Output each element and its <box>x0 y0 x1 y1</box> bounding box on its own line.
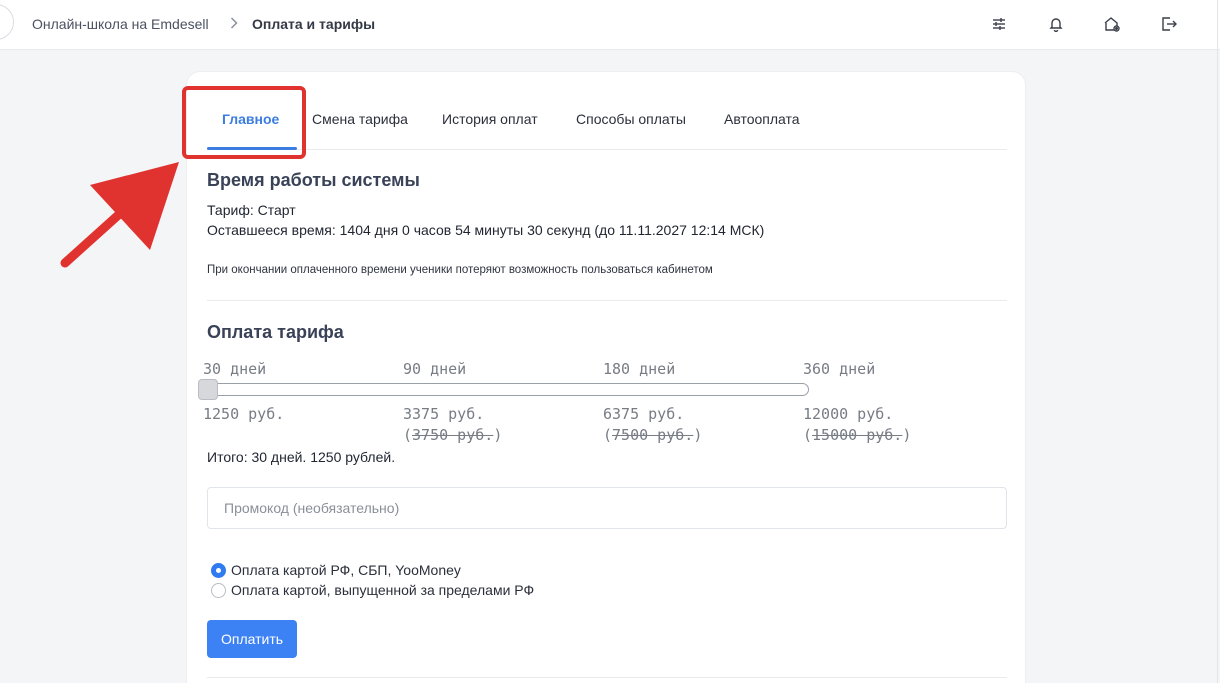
sidebar-toggle[interactable] <box>0 4 14 40</box>
period-slider-thumb[interactable] <box>198 379 218 400</box>
billing-card: Главное Смена тарифа История оплат Спосо… <box>186 71 1026 683</box>
payment-method-foreign[interactable]: Оплата картой, выпущенной за пределами Р… <box>211 582 534 598</box>
radio-unchecked[interactable] <box>211 582 226 598</box>
top-bar: Онлайн-школа на Emdesell Оплата и тарифы <box>0 0 1220 50</box>
annotation-highlight-box <box>182 86 306 159</box>
period-label-30[interactable]: 30 дней <box>203 360 266 378</box>
radio-checked[interactable] <box>211 562 226 578</box>
payment-method-ru-label: Оплата картой РФ, СБП, YooMoney <box>231 562 461 578</box>
breadcrumb-school[interactable]: Онлайн-школа на Emdesell <box>32 15 209 33</box>
total-line: Итого: 30 дней. 1250 рублей. <box>207 449 396 465</box>
sliders-icon[interactable] <box>988 13 1010 35</box>
tabs-bar: Главное Смена тарифа История оплат Спосо… <box>207 100 1007 150</box>
tariff-line: Тариф: Старт <box>207 202 296 218</box>
system-time-title: Время работы системы <box>207 170 420 190</box>
remaining-time-line: Оставшееся время: 1404 дня 0 часов 54 ми… <box>207 222 765 238</box>
breadcrumb-current: Оплата и тарифы <box>252 16 376 32</box>
period-label-180[interactable]: 180 дней <box>603 360 675 378</box>
home-settings-icon[interactable] <box>1101 13 1123 35</box>
tab-change-tariff[interactable]: Смена тарифа <box>312 110 408 128</box>
price-30: 1250 руб. <box>203 405 285 423</box>
price-90: 3375 руб. <box>403 405 485 423</box>
section-divider <box>207 300 1007 301</box>
old-price-360: (15000 руб.) <box>803 426 912 444</box>
old-price-180: (7500 руб.) <box>603 426 703 444</box>
breadcrumb-separator <box>230 15 238 33</box>
expiry-note: При окончании оплаченного времени ученик… <box>207 264 713 276</box>
promo-code-input[interactable] <box>207 487 1007 529</box>
tab-autopay[interactable]: Автооплата <box>724 110 800 128</box>
price-360: 12000 руб. <box>803 405 894 423</box>
bottom-divider <box>207 677 1007 678</box>
period-label-360[interactable]: 360 дней <box>803 360 875 378</box>
logout-icon[interactable] <box>1158 13 1180 35</box>
tab-payment-methods[interactable]: Способы оплаты <box>576 110 686 128</box>
old-price-90: (3750 руб.) <box>403 426 503 444</box>
page-scrollbar[interactable] <box>1217 0 1218 683</box>
payment-method-foreign-label: Оплата картой, выпущенной за пределами Р… <box>231 582 535 598</box>
price-180: 6375 руб. <box>603 405 685 423</box>
bell-icon[interactable] <box>1045 13 1067 35</box>
pay-button[interactable]: Оплатить <box>207 620 297 658</box>
annotation-arrow-icon <box>60 162 179 268</box>
period-slider-track[interactable] <box>203 383 809 396</box>
period-label-90[interactable]: 90 дней <box>403 360 466 378</box>
payment-method-ru[interactable]: Оплата картой РФ, СБП, YooMoney <box>211 562 461 578</box>
payment-title: Оплата тарифа <box>207 322 344 342</box>
tab-payment-history[interactable]: История оплат <box>442 110 538 128</box>
